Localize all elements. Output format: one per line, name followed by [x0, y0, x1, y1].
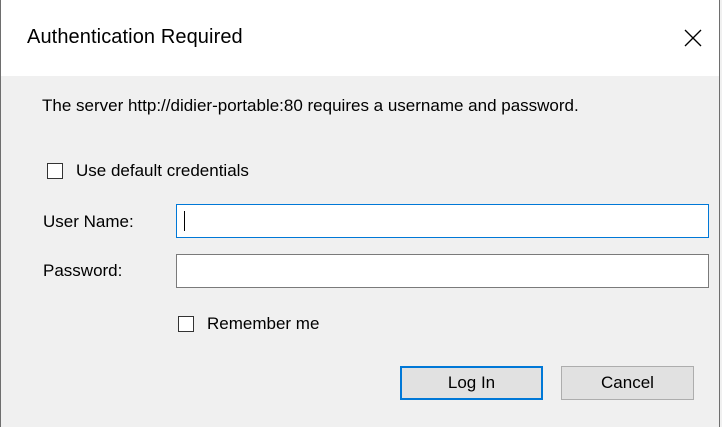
- close-button[interactable]: [675, 20, 711, 56]
- use-default-credentials-checkbox[interactable]: [47, 163, 63, 179]
- text-caret: [184, 211, 185, 231]
- title-bar: Authentication Required: [1, 0, 719, 76]
- authentication-dialog: Authentication Required The server http:…: [0, 0, 720, 427]
- remember-me-row[interactable]: Remember me: [178, 314, 319, 334]
- use-default-credentials-label: Use default credentials: [76, 161, 249, 180]
- use-default-credentials-row[interactable]: Use default credentials: [47, 161, 249, 181]
- remember-me-label: Remember me: [207, 314, 320, 333]
- login-button-label: Log In: [447, 373, 496, 392]
- dialog-title: Authentication Required: [27, 26, 243, 48]
- login-button[interactable]: Log In: [400, 366, 543, 400]
- password-input[interactable]: [176, 254, 709, 288]
- password-label: Password:: [43, 261, 123, 280]
- remember-me-checkbox[interactable]: [178, 316, 194, 332]
- auth-message: The server http://didier-portable:80 req…: [42, 96, 579, 115]
- cancel-button[interactable]: Cancel: [561, 366, 694, 400]
- username-label: User Name:: [43, 212, 134, 231]
- username-input[interactable]: [176, 204, 709, 238]
- close-icon: [683, 28, 703, 48]
- cancel-button-label: Cancel: [601, 373, 654, 392]
